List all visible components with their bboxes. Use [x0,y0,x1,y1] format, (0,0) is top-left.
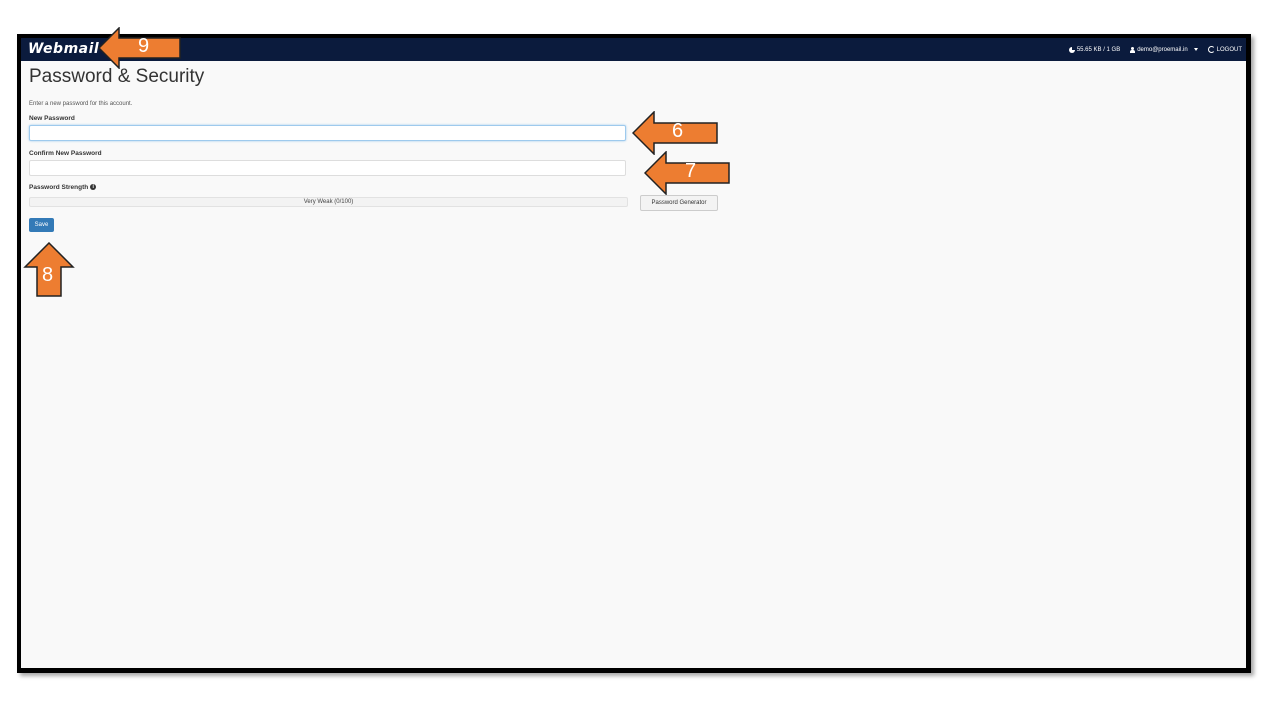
page-title: Password & Security [29,66,205,87]
pie-chart-icon [1068,46,1075,53]
page-description: Enter a new password for this account. [29,101,133,107]
top-navbar: Webmail 55.65 KB / 1 GB demo@proemail.in… [21,38,1246,61]
webmail-logo[interactable]: Webmail [28,41,99,57]
disk-usage-text: 55.65 KB / 1 GB [1076,46,1121,53]
user-menu[interactable]: demo@proemail.in [1130,46,1198,53]
save-button[interactable]: Save [29,218,54,232]
annotation-number-9: 9 [138,35,150,57]
new-password-input[interactable] [29,125,626,141]
disk-usage: 55.65 KB / 1 GB [1068,46,1121,53]
info-icon[interactable]: i [90,184,97,191]
chevron-down-icon[interactable] [1193,48,1198,51]
password-strength-text: Password Strength [29,184,89,191]
annotation-number-7: 7 [685,160,697,182]
password-strength-meter: Very Weak (0/100) [29,197,628,207]
user-email[interactable]: demo@proemail.in [1137,47,1187,53]
logout-label[interactable]: LOGOUT [1217,47,1242,53]
password-generator-button[interactable]: Password Generator [640,195,718,211]
confirm-password-input[interactable] [29,160,626,176]
user-icon [1130,46,1136,53]
annotation-number-8: 8 [42,264,54,286]
new-password-label: New Password [29,115,75,122]
confirm-password-label: Confirm New Password [29,150,102,157]
annotation-number-6: 6 [672,120,684,142]
top-right-menu: 55.65 KB / 1 GB demo@proemail.in LOGOUT [1068,38,1242,61]
logout-link[interactable]: LOGOUT [1207,46,1242,53]
logout-icon [1207,46,1215,53]
password-strength-label: Password Strength i [29,184,97,191]
